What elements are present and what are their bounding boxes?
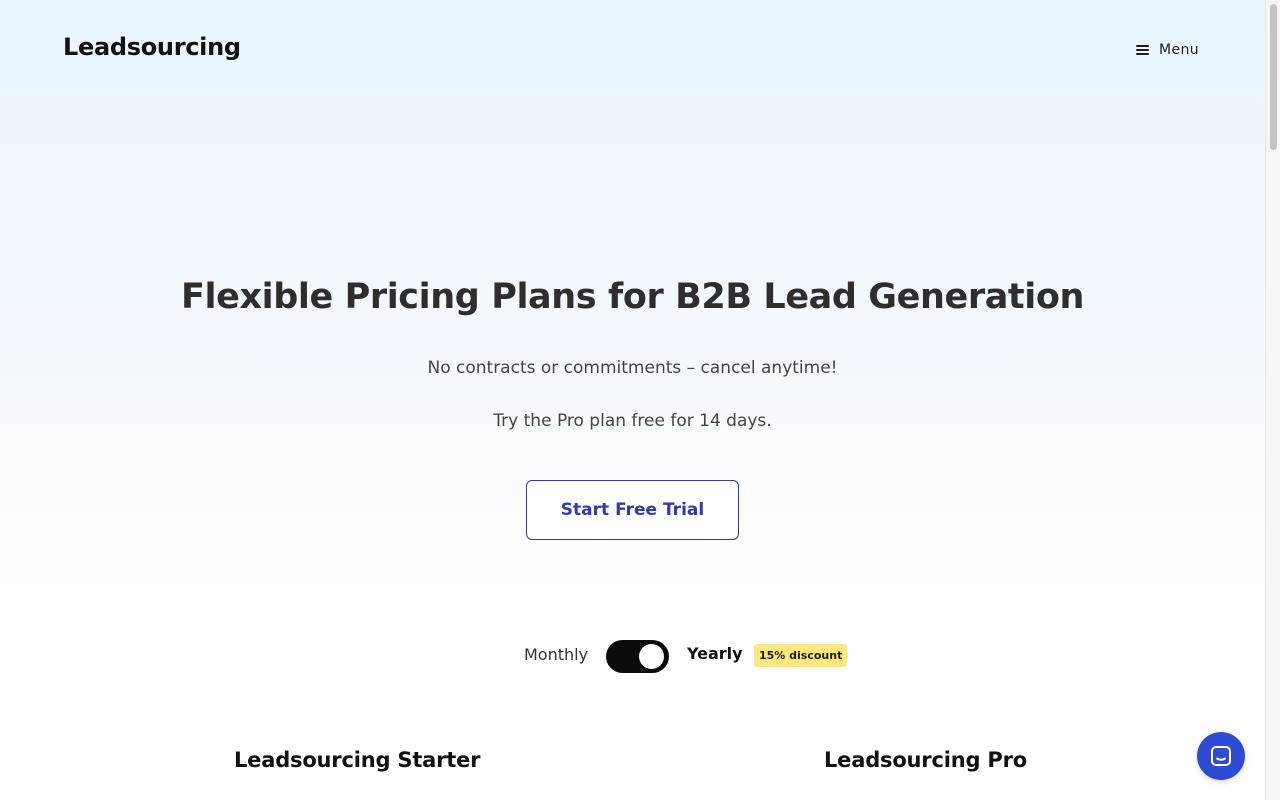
plan-title-pro: Leadsourcing Pro <box>824 748 1027 772</box>
toggle-knob <box>639 644 664 669</box>
billing-period-toggle[interactable] <box>606 640 669 673</box>
menu-button[interactable]: Menu <box>1130 36 1205 64</box>
site-logo[interactable]: Leadsourcing <box>63 33 241 61</box>
scrollbar-thumb[interactable] <box>1270 4 1277 150</box>
menu-label: Menu <box>1159 42 1200 58</box>
hero-subtitle-contracts: No contracts or commitments – cancel any… <box>427 358 838 378</box>
site-header: Leadsourcing Menu <box>0 0 1265 100</box>
page: Leadsourcing Menu Flexible Pricing Plans… <box>0 0 1265 800</box>
hamburger-icon <box>1136 45 1149 55</box>
hero-subtitle-trial: Try the Pro plan free for 14 days. <box>493 411 772 431</box>
page-scrollbar[interactable] <box>1265 0 1280 800</box>
plan-title-starter: Leadsourcing Starter <box>234 748 481 772</box>
chat-launcher-button[interactable] <box>1197 732 1245 780</box>
billing-yearly-label[interactable]: Yearly <box>687 644 743 663</box>
billing-monthly-label[interactable]: Monthly <box>524 645 588 664</box>
discount-badge: 15% discount <box>754 644 848 667</box>
billing-period-selector: Monthly Yearly 15% discount <box>0 640 1265 673</box>
start-free-trial-button[interactable]: Start Free Trial <box>526 480 739 540</box>
page-title: Flexible Pricing Plans for B2B Lead Gene… <box>181 277 1084 317</box>
chat-icon <box>1211 746 1231 766</box>
